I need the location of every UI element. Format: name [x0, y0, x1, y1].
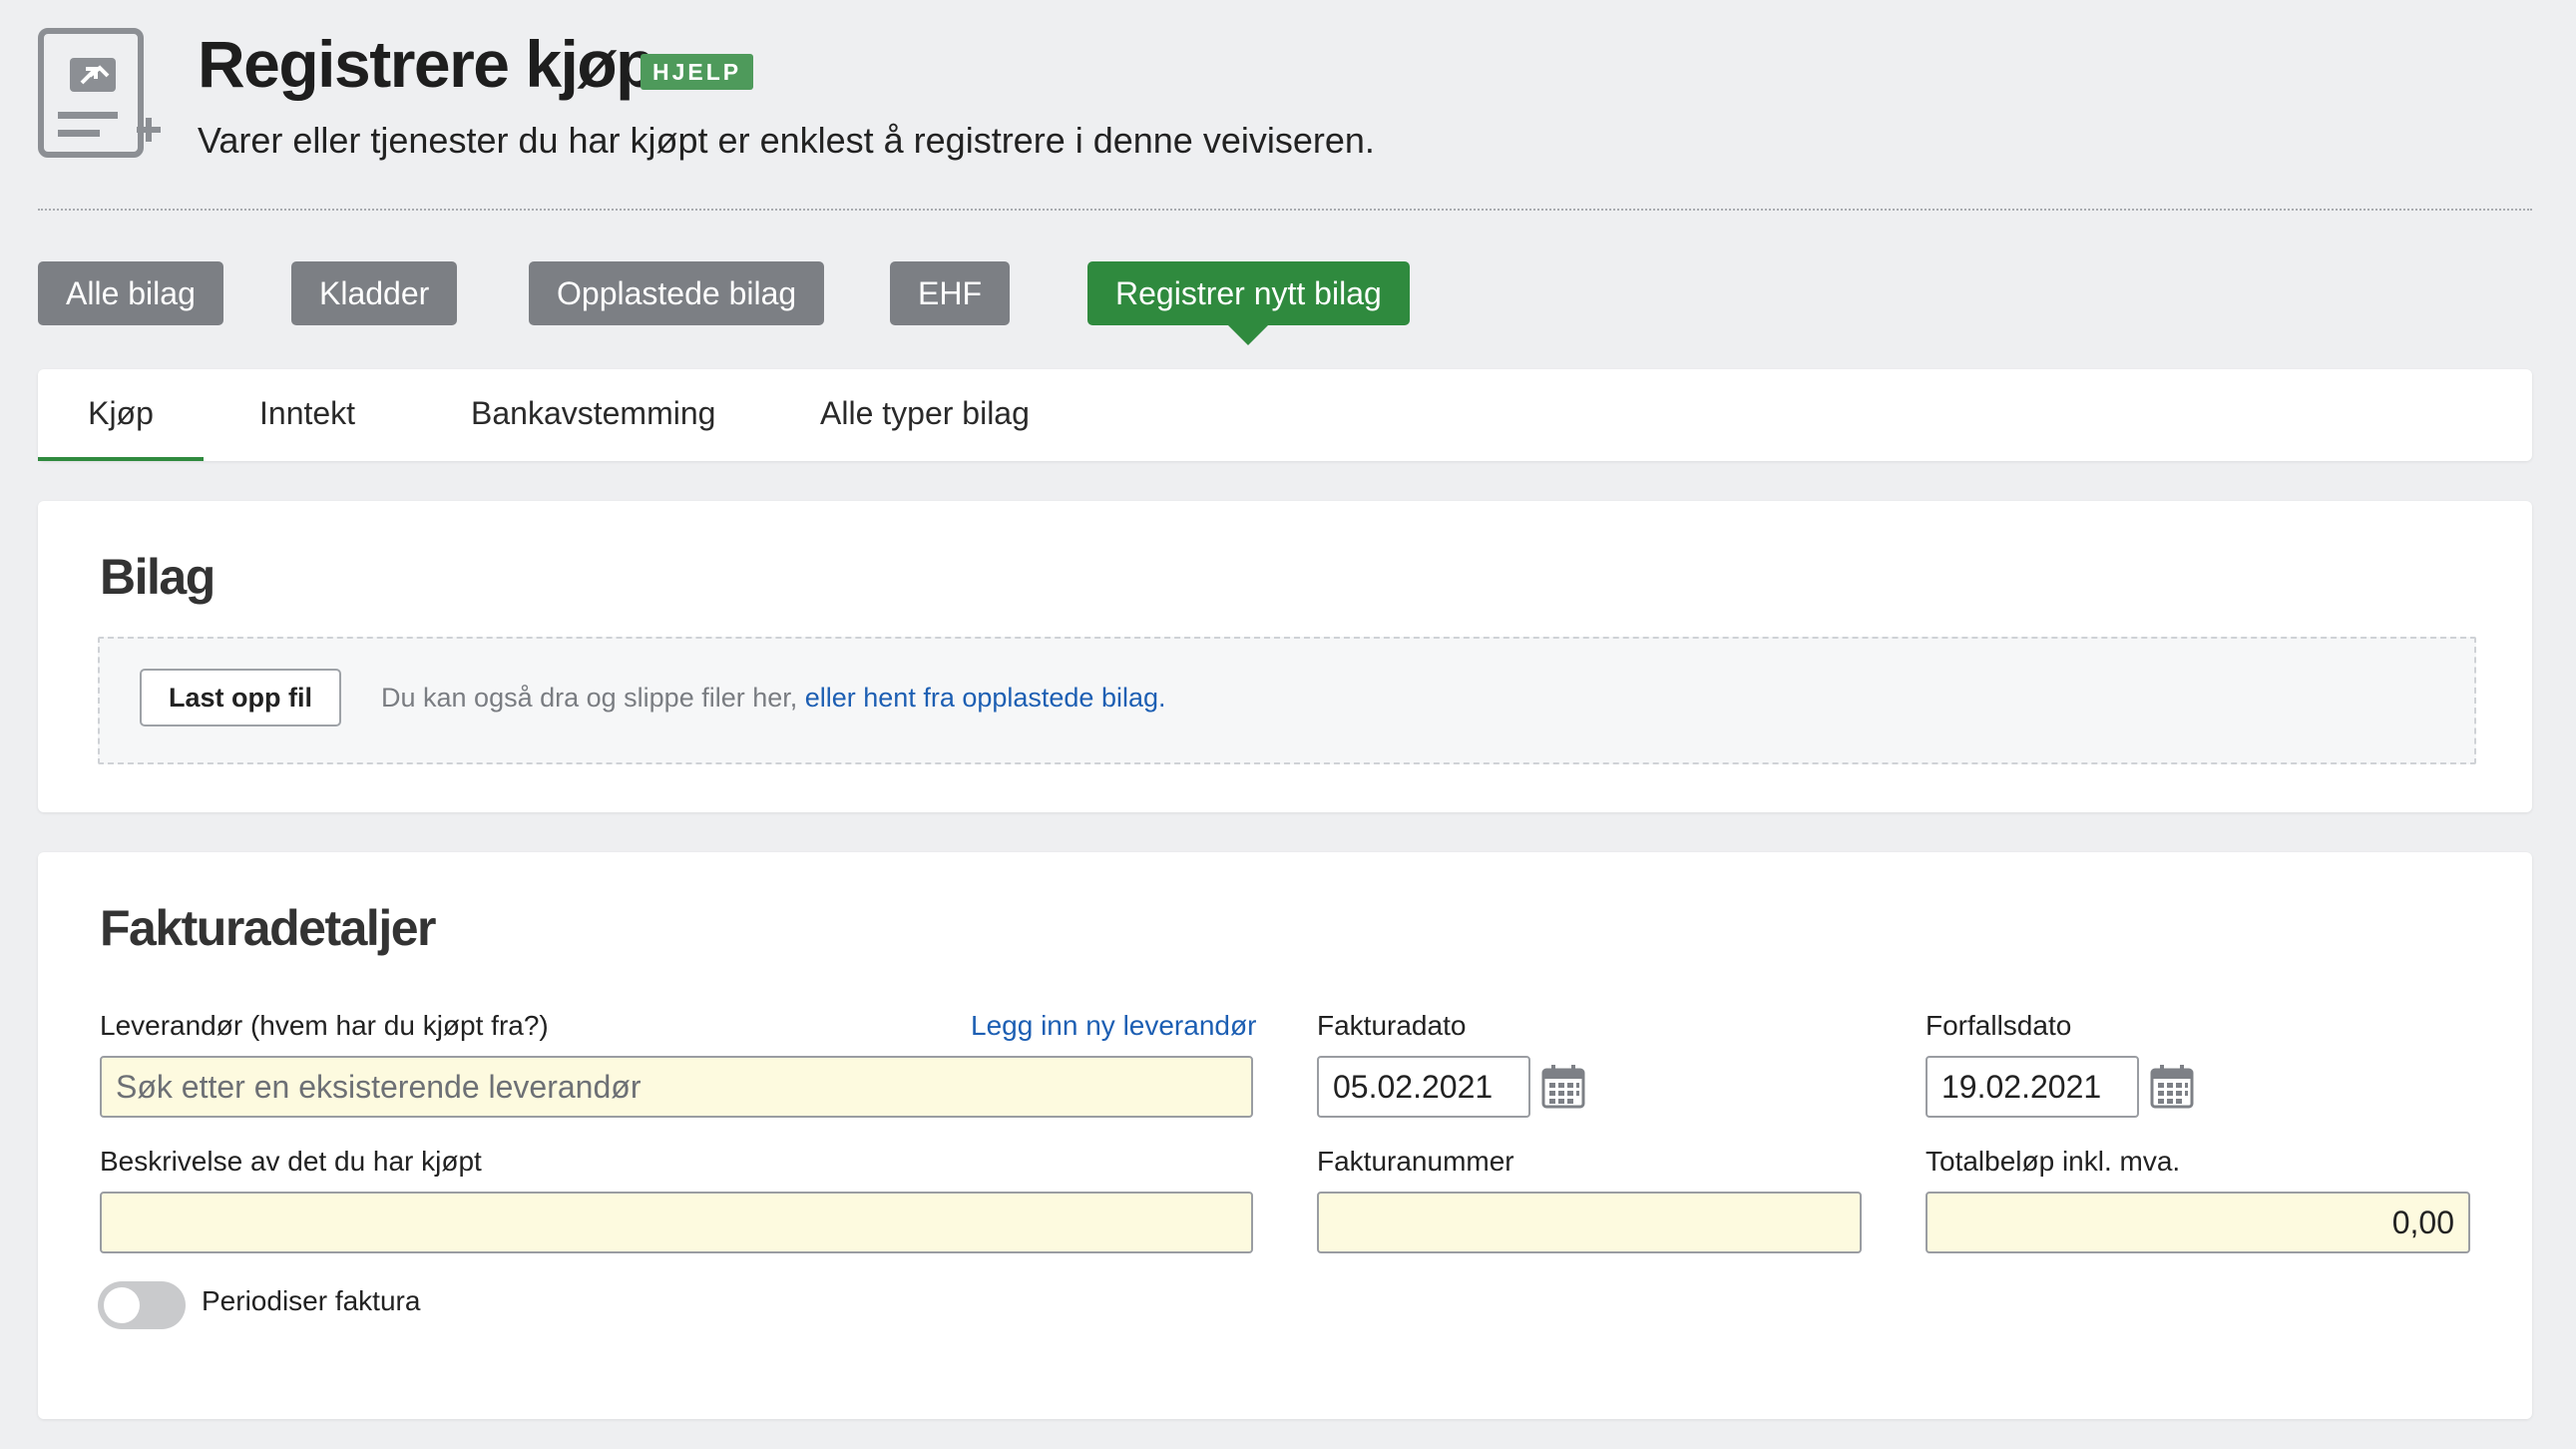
add-new-leverandor-link[interactable]: Legg inn ny leverandør — [971, 1010, 1256, 1042]
tab-bar: Kjøp Inntekt Bankavstemming Alle typer b… — [38, 369, 2532, 461]
forfallsdato-input[interactable] — [1926, 1056, 2139, 1118]
receipt-add-icon — [38, 28, 161, 158]
file-dropzone[interactable]: Last opp fil Du kan også dra og slippe f… — [98, 637, 2476, 764]
dropzone-text: Du kan også dra og slippe filer her, ell… — [381, 683, 1166, 714]
help-badge[interactable]: HJELP — [641, 54, 754, 90]
nav-alle-bilag-button[interactable]: Alle bilag — [38, 261, 223, 325]
dropzone-hint: Du kan også dra og slippe filer her, — [381, 683, 805, 713]
page-subtitle: Varer eller tjenester du har kjøpt er en… — [198, 120, 1375, 161]
fakturadato-label: Fakturadato — [1317, 1010, 1467, 1041]
leverandor-search-input[interactable] — [100, 1056, 1253, 1118]
nav-opplastede-bilag-button[interactable]: Opplastede bilag — [529, 261, 825, 325]
beskrivelse-label: Beskrivelse av det du har kjøpt — [100, 1146, 482, 1177]
fakturadetaljer-title: Fakturadetaljer — [100, 900, 436, 956]
periodiser-faktura-toggle[interactable] — [98, 1281, 186, 1329]
fakturanummer-input[interactable] — [1317, 1192, 1862, 1253]
fakturadato-input[interactable] — [1317, 1056, 1530, 1118]
fakturadato-calendar-icon[interactable] — [1540, 1064, 1586, 1110]
fakturadetaljer-card: Fakturadetaljer Leverandør (hvem har du … — [38, 852, 2532, 1419]
upload-file-button[interactable]: Last opp fil — [140, 669, 341, 726]
nav-registrer-nytt-bilag-button[interactable]: Registrer nytt bilag — [1087, 261, 1410, 345]
page-header: Registrere kjøp HJELP Varer eller tjenes… — [38, 26, 2532, 210]
tab-bankavstemming[interactable]: Bankavstemming — [471, 369, 715, 461]
fetch-uploaded-bilag-link[interactable]: eller hent fra opplastede bilag. — [805, 683, 1166, 713]
periodiser-faktura-label: Periodiser faktura — [202, 1285, 421, 1316]
totalbelop-input[interactable] — [1926, 1192, 2470, 1253]
bilag-card: Bilag Last opp fil Du kan også dra og sl… — [38, 501, 2532, 812]
header-divider — [38, 209, 2532, 211]
leverandor-label: Leverandør (hvem har du kjøpt fra?) — [100, 1010, 549, 1041]
tab-alle-typer-bilag[interactable]: Alle typer bilag — [820, 369, 1030, 461]
page-title: Registrere kjøp — [198, 27, 656, 101]
tab-kjop[interactable]: Kjøp — [38, 369, 204, 461]
nav-ehf-button[interactable]: EHF — [890, 261, 1010, 325]
nav-kladder-button[interactable]: Kladder — [291, 261, 458, 325]
totalbelop-label: Totalbeløp inkl. mva. — [1926, 1146, 2181, 1177]
bilag-title: Bilag — [100, 549, 215, 605]
beskrivelse-input[interactable] — [100, 1192, 1253, 1253]
toggle-knob — [104, 1287, 140, 1323]
fakturanummer-label: Fakturanummer — [1317, 1146, 1514, 1177]
forfallsdato-label: Forfallsdato — [1926, 1010, 2072, 1041]
forfallsdato-calendar-icon[interactable] — [2149, 1064, 2195, 1110]
tab-inntekt[interactable]: Inntekt — [259, 369, 355, 461]
